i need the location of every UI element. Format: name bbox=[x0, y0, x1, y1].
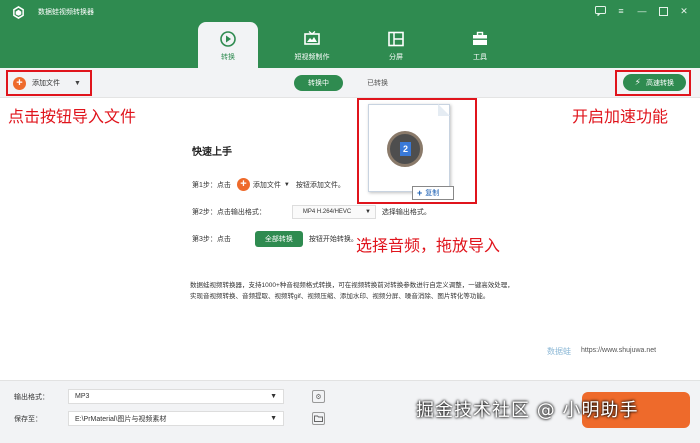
step1-label: 第1步：点击 bbox=[192, 181, 231, 189]
tab-short-video[interactable]: 短视频制作 bbox=[282, 22, 342, 68]
tab-short-video-label: 短视频制作 bbox=[294, 54, 330, 61]
format-settings-icon[interactable]: ⚙ bbox=[312, 390, 325, 403]
title-bar: 数据蛙视频转换器 ≡ — ✕ 转换 短视频制作 分屏 工具 bbox=[0, 0, 700, 68]
tab-split-screen-label: 分屏 bbox=[389, 54, 403, 61]
tab-convert[interactable]: 转换 bbox=[198, 22, 258, 68]
step3-label: 第3步：点击 bbox=[192, 236, 231, 243]
main-tabs: 转换 短视频制作 分屏 工具 bbox=[198, 22, 534, 68]
annotation-box-speed bbox=[615, 70, 691, 96]
step1-add-files-label: 添加文件 bbox=[252, 181, 281, 189]
maximize-icon[interactable] bbox=[657, 5, 669, 17]
annotation-box-add bbox=[6, 70, 92, 96]
guide-step-2: 第2步：点击输出格式： MP4 H.264/HEVC ▼ 选择输出格式。 bbox=[192, 205, 431, 219]
plus-icon: + bbox=[236, 178, 250, 191]
page-fold-icon bbox=[438, 104, 450, 116]
toolbox-icon bbox=[473, 31, 487, 45]
tab-convert-label: 转换 bbox=[221, 54, 235, 61]
output-format-value: MP4 H.264/HEVC bbox=[302, 209, 352, 215]
convert-icon bbox=[220, 31, 236, 47]
convert-status-switch: 转换中 已转换 bbox=[294, 75, 392, 91]
minimize-icon[interactable]: — bbox=[636, 5, 648, 17]
annotation-add-hint: 点击按钮导入文件 bbox=[8, 107, 137, 126]
app-title: 数据蛙视频转换器 bbox=[38, 9, 94, 16]
copy-label: 复制 bbox=[425, 190, 440, 197]
output-format-label: 输出格式： bbox=[14, 393, 49, 401]
save-path-row: 保存至： E:\PrMaterial\图片与视频素材 ▼ bbox=[14, 411, 325, 426]
plus-copy-icon: + bbox=[417, 188, 423, 198]
tv-icon bbox=[304, 31, 320, 45]
copy-tooltip: + 复制 bbox=[412, 186, 454, 200]
chat-icon[interactable] bbox=[594, 5, 606, 17]
tab-converting[interactable]: 转换中 bbox=[294, 75, 343, 91]
file-badge: 2 bbox=[400, 142, 411, 156]
tab-tools[interactable]: 工具 bbox=[450, 22, 510, 68]
tab-tools-label: 工具 bbox=[473, 54, 487, 61]
save-path-value: E:\PrMaterial\图片与视频素材 bbox=[75, 415, 167, 423]
annotation-drag-hint: 选择音频，拖放导入 bbox=[356, 236, 501, 255]
output-format-dropdown[interactable]: MP3 ▼ bbox=[68, 389, 284, 404]
toolbar: + 添加文件 ▼ 转换中 已转换 ⚡ 高速转换 bbox=[0, 68, 700, 98]
folder-icon[interactable] bbox=[312, 412, 325, 425]
chevron-down-icon: ▼ bbox=[364, 209, 371, 215]
step2-tail: 选择输出格式。 bbox=[381, 209, 431, 216]
menu-icon[interactable]: ≡ bbox=[615, 5, 627, 17]
brand-watermark: 数据蛙 bbox=[547, 347, 571, 356]
guide-step-3: 第3步：点击 全部转换 按钮开始转换。 bbox=[192, 231, 358, 247]
chevron-down-icon: ▼ bbox=[270, 393, 277, 400]
step2-label: 第2步：点击输出格式： bbox=[192, 209, 266, 216]
step1-tail: 按钮添加文件。 bbox=[295, 181, 345, 189]
tab-split-screen[interactable]: 分屏 bbox=[366, 22, 426, 68]
overlay-watermark-text: 掘金技术社区 @ 小明助手 bbox=[416, 400, 639, 421]
split-screen-icon bbox=[388, 31, 404, 47]
window-controls: ≡ — ✕ bbox=[594, 5, 690, 17]
step3-tail: 按钮开始转换。 bbox=[308, 236, 358, 243]
output-format-select[interactable]: MP4 H.264/HEVC ▼ bbox=[291, 205, 376, 219]
tab-converted[interactable]: 已转换 bbox=[363, 75, 392, 91]
save-to-label: 保存至： bbox=[14, 415, 42, 423]
guide-title: 快速上手 bbox=[192, 147, 232, 158]
guide-description: 数据蛙视频转换器，支持1000+种音视频格式转换，可在视频转换前对转换参数进行自… bbox=[190, 282, 514, 300]
output-format-current: MP3 bbox=[75, 393, 90, 400]
annotation-speed-hint: 开启加速功能 bbox=[572, 107, 669, 126]
chevron-down-icon: ▼ bbox=[283, 181, 290, 188]
media-file-icon: 2 bbox=[387, 131, 423, 167]
output-format-row: 输出格式： MP3 ▼ ⚙ bbox=[14, 389, 325, 404]
dragged-audio-file: 2 bbox=[368, 104, 450, 192]
url-watermark: https://www.shujuwa.net bbox=[581, 347, 657, 354]
save-path-dropdown[interactable]: E:\PrMaterial\图片与视频素材 ▼ bbox=[68, 411, 284, 426]
close-icon[interactable]: ✕ bbox=[678, 5, 690, 17]
app-logo-icon bbox=[13, 6, 24, 19]
chevron-down-icon: ▼ bbox=[270, 415, 277, 422]
guide-step-1: 第1步：点击 + 添加文件 ▼ 按钮添加文件。 bbox=[192, 178, 345, 191]
step1-add-files-button[interactable]: + 添加文件 ▼ bbox=[236, 178, 290, 191]
step3-convert-all-button[interactable]: 全部转换 bbox=[254, 231, 303, 247]
